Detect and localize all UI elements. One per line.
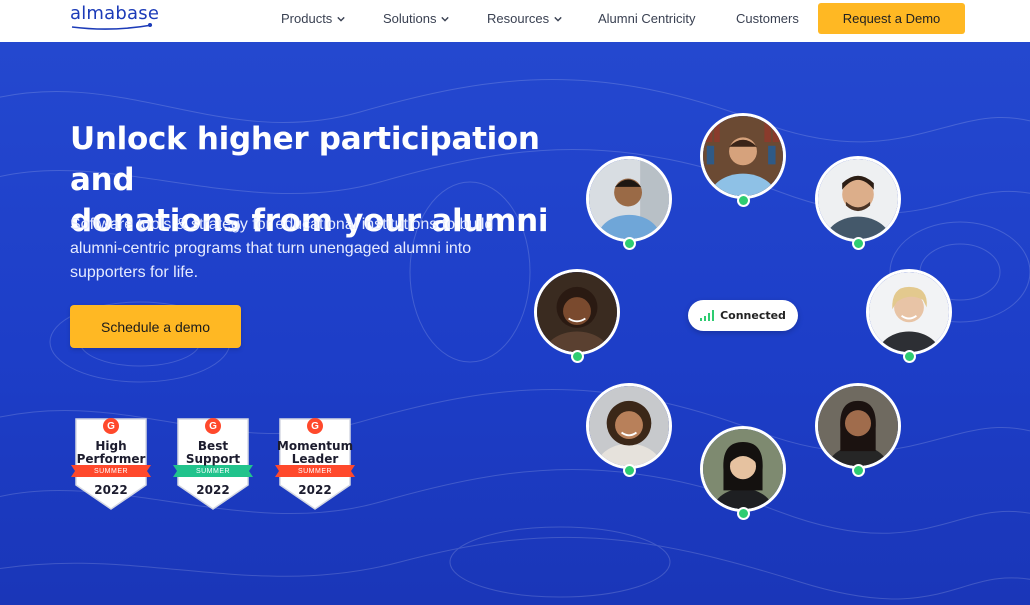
- logo-swoosh-icon: [71, 23, 153, 30]
- schedule-demo-button[interactable]: Schedule a demo: [70, 305, 241, 348]
- chevron-down-icon: [337, 16, 346, 22]
- g2-badge-best-support: G Best Support SUMMER 2022: [173, 417, 253, 511]
- nav-products[interactable]: Products: [281, 11, 346, 26]
- top-navbar: almabase Products Solutions Resources Al…: [0, 0, 1030, 42]
- alumni-avatar: [815, 156, 901, 242]
- g2-logo-icon: G: [103, 418, 119, 434]
- request-demo-button[interactable]: Request a Demo: [818, 3, 965, 34]
- online-status-dot: [903, 350, 916, 363]
- chevron-down-icon: [554, 16, 562, 22]
- nav-alumni-centricity[interactable]: Alumni Centricity: [598, 11, 696, 26]
- g2-badge-momentum-leader: G Momentum Leader SUMMER 2022: [275, 417, 355, 511]
- online-status-dot: [852, 464, 865, 477]
- nav-solutions[interactable]: Solutions: [383, 11, 450, 26]
- connected-label: Connected: [720, 309, 786, 322]
- online-status-dot: [623, 237, 636, 250]
- alumni-avatar: [815, 383, 901, 469]
- nav-customers-label: Customers: [736, 11, 799, 26]
- online-status-dot: [852, 237, 865, 250]
- nav-alumni-centricity-label: Alumni Centricity: [598, 11, 696, 26]
- nav-resources-label: Resources: [487, 11, 550, 26]
- nav-customers[interactable]: Customers: [736, 11, 799, 26]
- alumni-avatar: [700, 426, 786, 512]
- badge-season: SUMMER: [195, 468, 231, 475]
- alumni-avatar: [700, 113, 786, 199]
- online-status-dot: [737, 194, 750, 207]
- hero-section: Unlock higher participation and donation…: [0, 42, 1030, 605]
- badge-line-2: Performer: [76, 452, 146, 466]
- connected-status-pill: Connected: [688, 300, 798, 331]
- nav-solutions-label: Solutions: [383, 11, 437, 26]
- badge-line-2: Support: [185, 452, 241, 466]
- badge-year: 2022: [196, 483, 230, 497]
- nav-products-label: Products: [281, 11, 333, 26]
- hero-subtitle: Software tools & strategy for educationa…: [70, 216, 494, 281]
- online-status-dot: [571, 350, 584, 363]
- online-status-dot: [737, 507, 750, 520]
- g2-logo-icon: G: [205, 418, 221, 434]
- badge-line-2: Leader: [291, 452, 339, 466]
- alumni-avatar: [586, 156, 672, 242]
- badge-season: SUMMER: [93, 468, 129, 475]
- alumni-avatar: [866, 269, 952, 355]
- badge-season: SUMMER: [297, 468, 333, 475]
- headline-line-1: Unlock higher participation and: [70, 121, 540, 198]
- g2-logo-icon: G: [307, 418, 323, 434]
- online-status-dot: [623, 464, 636, 477]
- g2-badge-high-performer: G High Performer SUMMER 2022: [71, 417, 151, 511]
- nav-resources[interactable]: Resources: [487, 11, 562, 26]
- alumni-avatar: [586, 383, 672, 469]
- alumni-avatar: [534, 269, 620, 355]
- chevron-down-icon: [441, 16, 450, 22]
- badge-year: 2022: [298, 483, 332, 497]
- badge-year: 2022: [94, 483, 128, 497]
- signal-bars-icon: [700, 310, 715, 321]
